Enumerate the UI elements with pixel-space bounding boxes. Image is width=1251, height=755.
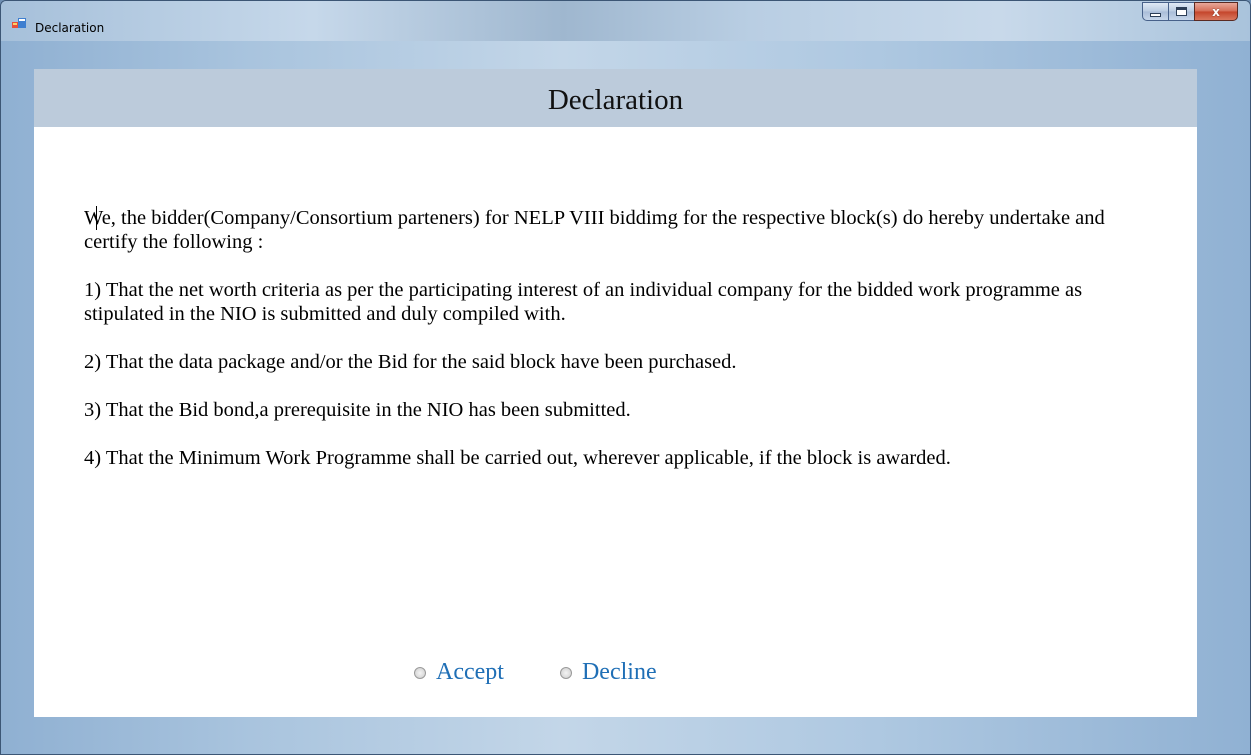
minimize-icon [1150,13,1161,17]
declaration-item-2: 2) That the data package and/or the Bid … [84,351,737,373]
minimize-button[interactable] [1142,2,1168,21]
decline-option[interactable]: Decline [559,659,657,686]
close-button[interactable]: x [1194,2,1238,21]
title-bar[interactable]: Declaration x [1,1,1250,41]
maximize-icon [1176,7,1187,16]
declaration-intro: We, the bidder(Company/Consortium parten… [84,207,1105,253]
caption-buttons: x [1142,2,1238,22]
header-band: Declaration [34,69,1197,127]
decline-radio[interactable] [559,666,572,679]
accept-option[interactable]: Accept [414,659,504,686]
close-icon: x [1212,4,1220,19]
declaration-window: Declaration x Declaration We, the bidder… [0,0,1251,755]
decline-label[interactable]: Decline [582,659,657,686]
declaration-item-4: 4) That the Minimum Work Programme shall… [84,447,951,469]
declaration-text[interactable]: We, the bidder(Company/Consortium parten… [84,206,1134,494]
declaration-item-1: 1) That the net worth criteria as per th… [84,279,1083,325]
accept-radio[interactable] [414,666,426,679]
app-form-icon [12,16,26,30]
page-title: Declaration [547,84,684,116]
window-title: Declaration [35,21,105,35]
accept-label[interactable]: Accept [436,659,504,686]
client-area: Declaration We, the bidder(Company/Conso… [34,69,1197,717]
accept-decline-group: Accept Decline [414,659,713,686]
maximize-button[interactable] [1168,2,1194,21]
declaration-item-3: 3) That the Bid bond,a prerequisite in t… [84,399,631,421]
